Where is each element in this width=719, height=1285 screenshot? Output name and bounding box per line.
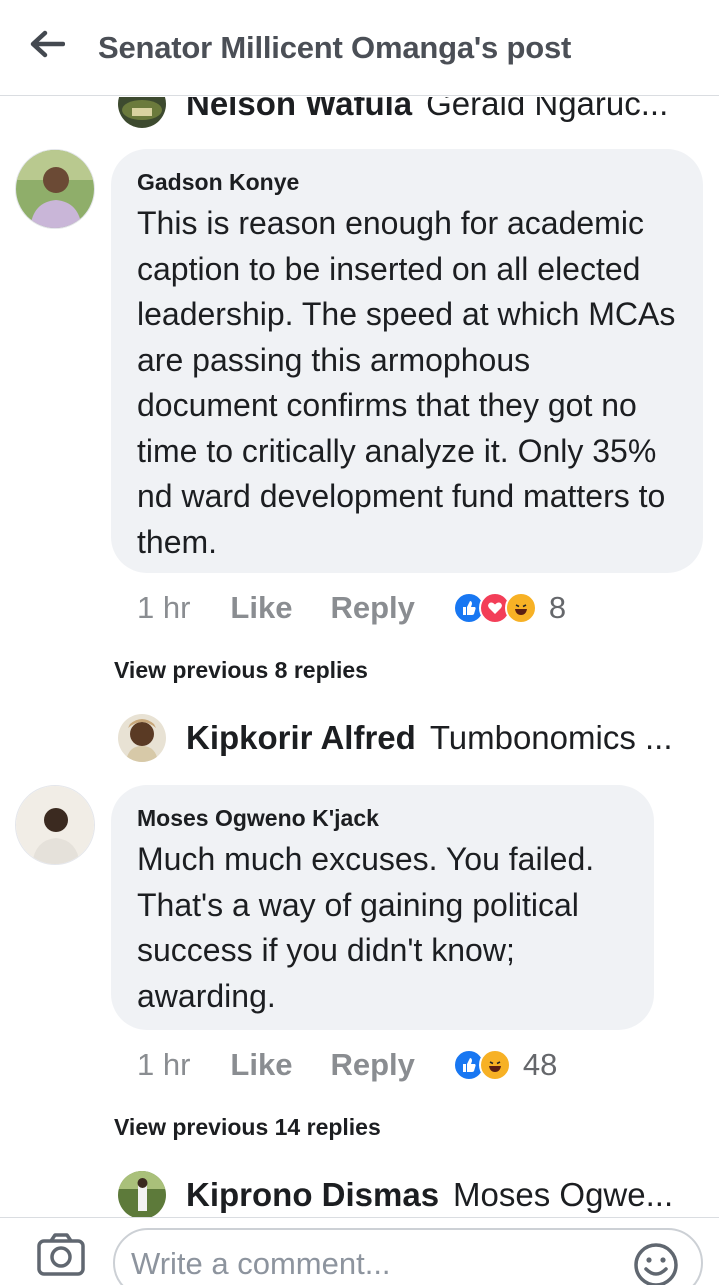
comment-text: This is reason enough for academic capti… — [137, 205, 676, 560]
avatar — [118, 97, 166, 128]
comment-text: Much much excuses. You failed. That's a … — [137, 841, 595, 1014]
comment-bubble: Moses Ogweno K'jack Much much excuses. Y… — [111, 785, 654, 1030]
avatar[interactable] — [15, 149, 95, 229]
like-button[interactable]: Like — [230, 590, 292, 626]
reply-preview[interactable]: Nelson Wafula Gerald Ngaruc... — [118, 97, 698, 129]
comments-list: Nelson Wafula Gerald Ngaruc... Gadson Ko… — [0, 97, 719, 1217]
avatar — [118, 714, 166, 762]
back-arrow-icon[interactable] — [26, 26, 68, 62]
comment-time[interactable]: 1 hr — [137, 590, 190, 626]
reply-snippet: Moses Ogwe... — [453, 1176, 674, 1213]
comment-author[interactable]: Gadson Konye — [137, 167, 677, 197]
page-title: Senator Millicent Omanga's post — [98, 30, 572, 65]
emoji-icon[interactable] — [633, 1242, 679, 1285]
comment-composer — [0, 1217, 719, 1285]
reaction-count: 48 — [522, 1047, 558, 1082]
comment-bubble: Gadson Konye This is reason enough for a… — [111, 149, 703, 573]
reply-snippet: Tumbonomics ... — [429, 719, 673, 756]
comment-actions: 1 hr Like Reply 8 — [137, 586, 566, 630]
like-button[interactable]: Like — [230, 1047, 292, 1083]
comment-input[interactable] — [131, 1244, 611, 1284]
reply-author[interactable]: Kiprono Dismas — [186, 1176, 439, 1214]
reply-button[interactable]: Reply — [330, 590, 414, 626]
view-previous-replies-link[interactable]: View previous 14 replies — [114, 1114, 381, 1141]
comment-time[interactable]: 1 hr — [137, 1047, 190, 1083]
reply-snippet: Gerald Ngaruc... — [426, 97, 669, 122]
top-bar: Senator Millicent Omanga's post — [0, 0, 719, 96]
haha-reaction-icon — [478, 1049, 511, 1081]
reaction-count: 8 — [548, 590, 567, 625]
reply-preview[interactable]: Kipkorir Alfred Tumbonomics ... — [118, 713, 698, 763]
reactions-summary[interactable] — [452, 592, 537, 624]
comment-author[interactable]: Moses Ogweno K'jack — [137, 803, 628, 833]
comment-actions: 1 hr Like Reply 48 — [137, 1043, 557, 1087]
haha-reaction-icon — [504, 592, 537, 624]
avatar — [118, 1171, 166, 1217]
comment-input-box[interactable] — [113, 1228, 703, 1285]
reply-button[interactable]: Reply — [330, 1047, 414, 1083]
camera-icon[interactable] — [36, 1232, 86, 1278]
view-previous-replies-link[interactable]: View previous 8 replies — [114, 657, 368, 684]
avatar[interactable] — [15, 785, 95, 865]
reply-author[interactable]: Kipkorir Alfred — [186, 719, 416, 757]
reactions-summary[interactable] — [452, 1049, 511, 1081]
reply-preview[interactable]: Kiprono Dismas Moses Ogwe... — [118, 1170, 698, 1217]
reply-author[interactable]: Nelson Wafula — [186, 97, 412, 123]
